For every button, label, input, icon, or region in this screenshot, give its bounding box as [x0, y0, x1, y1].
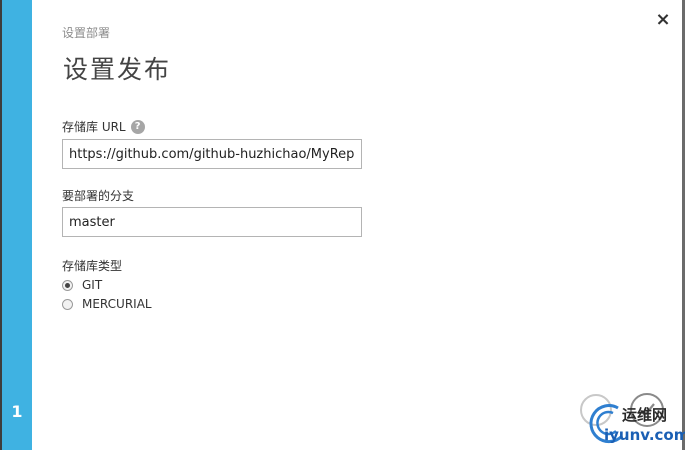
branch-label-text: 要部署的分支: [62, 189, 135, 203]
repo-url-label-text: 存储库 URL: [62, 120, 126, 134]
branch-input[interactable]: [62, 207, 362, 237]
wizard-panel: 设置部署 设置发布 存储库 URL ? 要部署的分支 存储库类型 GIT MER…: [62, 0, 662, 450]
wizard-step-rail: 1: [2, 0, 32, 450]
watermark-text-cn: 运维网: [622, 406, 668, 424]
repo-url-input[interactable]: [62, 139, 362, 169]
radio-mercurial[interactable]: [62, 298, 73, 310]
branch-label: 要部署的分支: [62, 187, 134, 204]
repo-type-label-text: 存储库类型: [62, 259, 123, 273]
page-title: 设置发布: [63, 55, 172, 84]
radio-git[interactable]: [62, 279, 73, 291]
step-number: 1: [11, 402, 23, 421]
radio-option-git[interactable]: GIT: [62, 278, 102, 292]
radio-option-mercurial[interactable]: MERCURIAL: [62, 297, 152, 311]
wizard-subtitle: 设置部署: [62, 26, 111, 40]
site-watermark: 运维网 iyunv.com: [588, 400, 685, 448]
watermark-text-domain: iyunv.com: [604, 426, 685, 444]
radio-git-label: GIT: [82, 278, 103, 292]
help-icon[interactable]: ?: [130, 119, 145, 134]
repo-url-label: 存储库 URL ?: [62, 118, 145, 135]
radio-mercurial-label: MERCURIAL: [82, 297, 152, 311]
repo-type-label: 存储库类型: [62, 257, 122, 274]
